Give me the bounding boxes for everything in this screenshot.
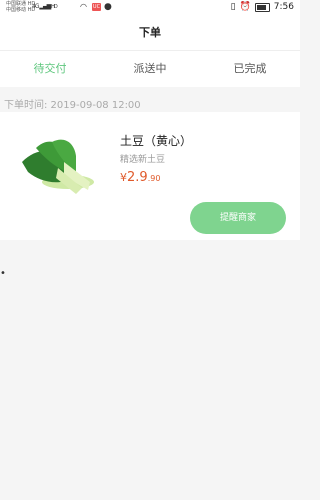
tab-delivering[interactable]: 派送中 bbox=[100, 51, 200, 87]
order-tabs: 待交付 派送中 已完成 bbox=[0, 50, 300, 87]
remind-merchant-button[interactable]: 提醒商家 bbox=[190, 202, 286, 234]
carrier-2: 中国移动 HD bbox=[6, 7, 36, 13]
price-symbol: ¥ bbox=[120, 171, 127, 184]
price-small: .90 bbox=[147, 174, 161, 183]
vibrate-icon: ▯ bbox=[230, 2, 236, 12]
wifi-icon: ◠ bbox=[80, 2, 87, 11]
hd-badge: HD bbox=[51, 4, 58, 10]
alarm-icon: ⏰ bbox=[239, 2, 251, 12]
carrier-names: 中国联通 HD 中国移动 HD bbox=[6, 1, 35, 13]
product-price: ¥2.9.90 bbox=[120, 170, 160, 185]
battery-icon bbox=[254, 2, 270, 12]
signal-icon: ▂▄▆ bbox=[39, 3, 51, 10]
status-right: ▯ ⏰ 7:56 bbox=[231, 2, 294, 12]
tab-completed[interactable]: 已完成 bbox=[200, 51, 300, 87]
bok-choy-image bbox=[22, 139, 94, 194]
network-type: 4G bbox=[32, 3, 40, 10]
status-bar: 中国联通 HD 中国移动 HD 4G ▂▄▆ HD ◠ UC ● ▯ ⏰ 7:5… bbox=[0, 0, 300, 16]
product-desc: 精选新土豆 bbox=[120, 155, 166, 165]
price-main: 2.9 bbox=[127, 170, 148, 185]
tab-pending[interactable]: 待交付 bbox=[0, 51, 100, 87]
chat-icon: ● bbox=[104, 2, 112, 12]
order-card[interactable]: 土豆（黄心） 精选新土豆 ¥2.9.90 提醒商家 bbox=[0, 112, 300, 240]
status-time: 7:56 bbox=[273, 2, 294, 12]
order-time: 下单时间: 2019-09-08 12:00 bbox=[4, 100, 141, 111]
product-name: 土豆（黄心） bbox=[120, 134, 193, 148]
edge-mark: • bbox=[0, 268, 6, 279]
nav-bar: 下单 bbox=[0, 16, 300, 50]
signal-indicator: 4G ▂▄▆ HD bbox=[32, 3, 58, 10]
app-badge: UC bbox=[92, 3, 101, 11]
page-title: 下单 bbox=[139, 26, 161, 39]
